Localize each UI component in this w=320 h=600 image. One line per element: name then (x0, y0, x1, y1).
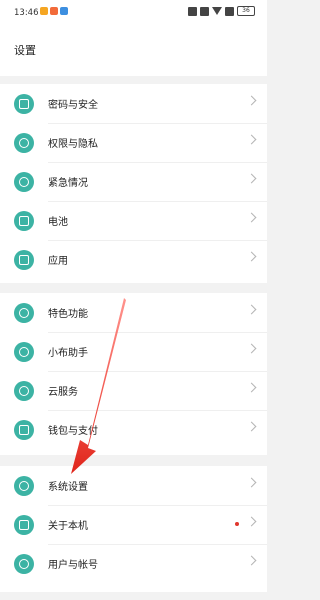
mute-icon (200, 6, 209, 16)
status-icons: 36 (188, 6, 255, 16)
settings-item-emergency[interactable]: 紧急情况 (0, 162, 267, 201)
item-label: 特色功能 (48, 309, 88, 320)
item-label: 系统设置 (48, 482, 88, 493)
notification-icon (40, 7, 48, 15)
chevron-right-icon (246, 95, 257, 106)
item-label: 钱包与支付 (48, 426, 98, 437)
notification-icon (60, 7, 68, 15)
item-label: 密码与安全 (48, 100, 98, 111)
user-icon (14, 554, 34, 574)
chevron-right-icon (246, 382, 257, 393)
chevron-right-icon (246, 555, 257, 566)
phone-icon (14, 515, 34, 535)
chevron-right-icon (246, 251, 257, 262)
chevron-right-icon (246, 421, 257, 432)
settings-group-2: 特色功能 小布助手 云服务 钱包与支付 (0, 293, 267, 455)
wallet-icon (14, 420, 34, 440)
settings-item-cloud[interactable]: 云服务 (0, 371, 267, 410)
cloud-icon (14, 381, 34, 401)
settings-group-1: 密码与安全 权限与隐私 紧急情况 电池 应用 (0, 84, 267, 283)
settings-item-assistant[interactable]: 小布助手 (0, 332, 267, 371)
chevron-right-icon (246, 304, 257, 315)
item-label: 紧急情况 (48, 178, 88, 189)
chevron-right-icon (246, 173, 257, 184)
system-icon (14, 476, 34, 496)
star-icon (14, 303, 34, 323)
item-label: 云服务 (48, 387, 78, 398)
chevron-right-icon (246, 477, 257, 488)
item-label: 用户与帐号 (48, 560, 98, 571)
battery-icon (14, 211, 34, 231)
apps-icon (14, 250, 34, 270)
settings-item-user-account[interactable]: 用户与帐号 (0, 544, 267, 583)
item-label: 权限与隐私 (48, 139, 98, 150)
eye-icon (14, 133, 34, 153)
settings-item-system[interactable]: 系统设置 (0, 466, 267, 505)
item-label: 关于本机 (48, 521, 88, 532)
notification-icon (50, 7, 58, 15)
chevron-right-icon (246, 343, 257, 354)
chevron-right-icon (246, 212, 257, 223)
header: 设置 (0, 26, 267, 76)
settings-item-password-security[interactable]: 密码与安全 (0, 84, 267, 123)
settings-item-wallet[interactable]: 钱包与支付 (0, 410, 267, 449)
update-badge (235, 522, 239, 526)
notification-icons (40, 7, 68, 15)
status-bar: 13:46 36 (0, 0, 267, 26)
settings-item-permissions-privacy[interactable]: 权限与隐私 (0, 123, 267, 162)
status-time: 13:46 (14, 8, 39, 18)
item-label: 应用 (48, 256, 68, 267)
signal-icon (225, 6, 234, 16)
settings-group-3: 系统设置 关于本机 用户与帐号 (0, 466, 267, 592)
settings-item-battery[interactable]: 电池 (0, 201, 267, 240)
sos-icon (14, 172, 34, 192)
assistant-icon (14, 342, 34, 362)
chevron-right-icon (246, 134, 257, 145)
alarm-icon (188, 6, 197, 16)
settings-item-apps[interactable]: 应用 (0, 240, 267, 279)
item-label: 小布助手 (48, 348, 88, 359)
lock-icon (14, 94, 34, 114)
settings-item-special-features[interactable]: 特色功能 (0, 293, 267, 332)
item-label: 电池 (48, 217, 68, 228)
settings-item-about-phone[interactable]: 关于本机 (0, 505, 267, 544)
chevron-right-icon (246, 516, 257, 527)
battery-indicator: 36 (237, 6, 255, 16)
wifi-icon (212, 7, 222, 15)
page-title: 设置 (14, 44, 36, 57)
